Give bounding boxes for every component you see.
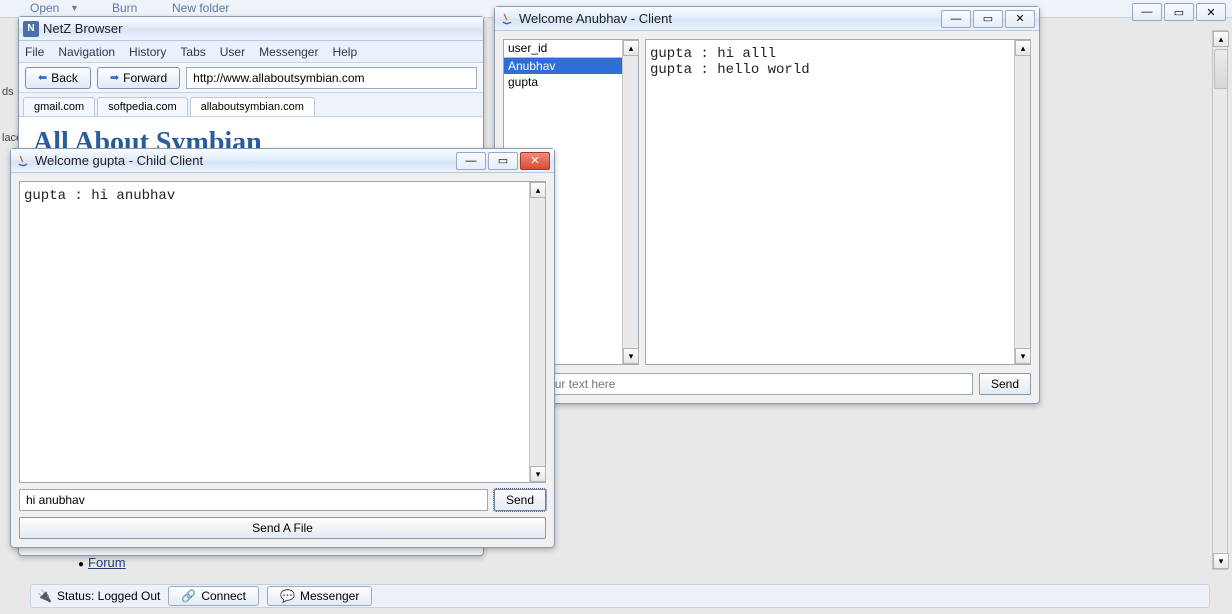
arrow-left-icon: ⬅: [38, 71, 47, 84]
messenger-icon: 💬: [280, 589, 295, 603]
status-segment: 🔌 Status: Logged Out: [37, 589, 160, 603]
message-input[interactable]: [503, 373, 973, 395]
user-item-anubhav[interactable]: Anubhav: [504, 58, 638, 74]
parent-close-button[interactable]: ✕: [1196, 3, 1226, 21]
forum-link-label: Forum: [88, 555, 126, 570]
menu-help[interactable]: Help: [332, 45, 357, 59]
scroll-down-icon[interactable]: ▾: [530, 466, 546, 482]
gupta-client-window: Welcome gupta - Child Client — ▭ ✕ gupta…: [10, 148, 555, 548]
back-button[interactable]: ⬅ Back: [25, 67, 91, 89]
anubhav-maximize-button[interactable]: ▭: [973, 10, 1003, 28]
user-list-header[interactable]: user_id: [504, 40, 638, 58]
userlist-scrollbar[interactable]: ▴ ▾: [622, 40, 638, 364]
anubhav-titlebar[interactable]: Welcome Anubhav - Client — ▭ ✕: [495, 7, 1039, 31]
arrow-right-icon: ➡: [110, 71, 119, 84]
connect-label: Connect: [201, 589, 246, 603]
child-chat-area: gupta : hi anubhav ▴ ▾: [19, 181, 546, 483]
gupta-title: Welcome gupta - Child Client: [35, 153, 456, 168]
dropdown-arrow-icon: ▼: [70, 3, 79, 13]
browser-title: NetZ Browser: [43, 21, 479, 36]
child-chat-scrollbar[interactable]: ▴ ▾: [529, 182, 545, 482]
send-button[interactable]: Send: [979, 373, 1031, 395]
back-label: Back: [51, 71, 78, 85]
child-message-input[interactable]: [19, 489, 488, 511]
chat-scrollbar[interactable]: ▴ ▾: [1014, 40, 1030, 364]
connect-button[interactable]: 🔗 Connect: [168, 586, 259, 606]
status-text: Status: Logged Out: [57, 589, 160, 603]
chat-area: gupta : hi alll gupta : hello world ▴ ▾: [645, 39, 1031, 365]
bg-open-label[interactable]: Open: [30, 1, 59, 15]
messenger-label: Messenger: [300, 589, 359, 603]
status-bar: 🔌 Status: Logged Out 🔗 Connect 💬 Messeng…: [30, 584, 1210, 608]
anubhav-client-window: Welcome Anubhav - Client — ▭ ✕ user_id A…: [494, 6, 1040, 404]
gupta-minimize-button[interactable]: —: [456, 152, 486, 170]
bg-burn-label[interactable]: Burn: [112, 1, 137, 15]
parent-window-controls: — ▭ ✕: [1132, 3, 1226, 21]
anubhav-close-button[interactable]: ✕: [1005, 10, 1035, 28]
tab-softpedia[interactable]: softpedia.com: [97, 97, 187, 116]
anubhav-minimize-button[interactable]: —: [941, 10, 971, 28]
scroll-down-icon[interactable]: ▾: [1015, 348, 1031, 364]
scroll-up-icon[interactable]: ▴: [1015, 40, 1031, 56]
java-icon: [499, 11, 515, 27]
bg-newfolder-label[interactable]: New folder: [172, 1, 229, 15]
browser-tabbar: gmail.com softpedia.com allaboutsymbian.…: [19, 93, 483, 117]
child-send-button[interactable]: Send: [494, 489, 546, 511]
gupta-close-button[interactable]: ✕: [520, 152, 550, 170]
url-input[interactable]: [186, 67, 477, 89]
forward-button[interactable]: ➡ Forward: [97, 67, 180, 89]
menu-tabs[interactable]: Tabs: [180, 45, 205, 59]
menu-history[interactable]: History: [129, 45, 166, 59]
forward-label: Forward: [123, 71, 167, 85]
gupta-maximize-button[interactable]: ▭: [488, 152, 518, 170]
user-item-gupta[interactable]: gupta: [504, 74, 638, 90]
child-chat-text: gupta : hi anubhav: [24, 188, 525, 478]
scroll-thumb[interactable]: [1214, 49, 1228, 89]
left-ghost-ds: ds: [2, 86, 14, 98]
plug-icon: 🔌: [37, 589, 52, 603]
browser-toolbar: ⬅ Back ➡ Forward: [19, 63, 483, 93]
bullet-icon: ●: [78, 559, 84, 570]
send-file-button[interactable]: Send A File: [19, 517, 546, 539]
menu-navigation[interactable]: Navigation: [58, 45, 115, 59]
scroll-down-icon[interactable]: ▾: [623, 348, 639, 364]
scroll-up-icon[interactable]: ▴: [530, 182, 546, 198]
anubhav-title: Welcome Anubhav - Client: [519, 11, 941, 26]
browser-titlebar[interactable]: N NetZ Browser: [19, 17, 483, 41]
messenger-button[interactable]: 💬 Messenger: [267, 586, 372, 606]
scroll-up-icon[interactable]: ▴: [623, 40, 639, 56]
menu-user[interactable]: User: [220, 45, 245, 59]
menu-messenger[interactable]: Messenger: [259, 45, 318, 59]
browser-menubar: File Navigation History Tabs User Messen…: [19, 41, 483, 63]
forum-link[interactable]: ● Forum: [78, 555, 126, 570]
parent-scrollbar[interactable]: ▴ ▾: [1212, 30, 1228, 570]
menu-file[interactable]: File: [25, 45, 44, 59]
scroll-down-icon[interactable]: ▾: [1213, 553, 1229, 569]
parent-minimize-button[interactable]: —: [1132, 3, 1162, 21]
tab-gmail[interactable]: gmail.com: [23, 97, 95, 116]
scroll-up-icon[interactable]: ▴: [1213, 31, 1229, 47]
chat-text: gupta : hi alll gupta : hello world: [650, 46, 1010, 360]
tab-allaboutsymbian[interactable]: allaboutsymbian.com: [190, 97, 315, 116]
gupta-titlebar[interactable]: Welcome gupta - Child Client — ▭ ✕: [11, 149, 554, 173]
connect-icon: 🔗: [181, 589, 196, 603]
java-icon: [15, 153, 31, 169]
parent-maximize-button[interactable]: ▭: [1164, 3, 1194, 21]
browser-app-icon: N: [23, 21, 39, 37]
